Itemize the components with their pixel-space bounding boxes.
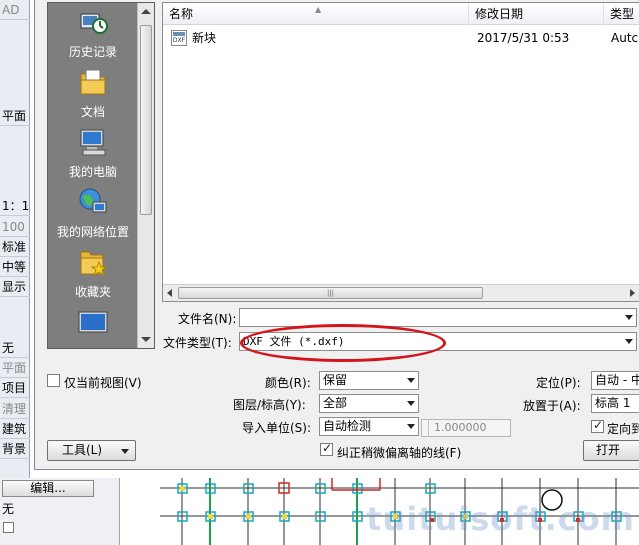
prop-row-scale-value[interactable]: 100 [0,217,30,237]
prop-row-project[interactable]: 项目 [0,378,30,398]
properties-panel: AD 平面 1：1 100 标准 中等 显示 无 平面 项目 清理 建筑 背景 [0,0,30,545]
place-label: 历史记录 [68,45,117,59]
desktop-icon [78,311,108,333]
layers-value: 全部 [323,396,348,410]
dxf-file-icon: DXF [171,30,187,46]
favorites-folder-icon [80,251,108,277]
color-label: 颜色(R): [265,376,311,390]
column-header-date[interactable]: 修改日期 [469,3,604,25]
file-row[interactable]: DXF 新块 2017/5/31 0:53 Autc [171,30,639,48]
correct-lines-label: 纠正稍微偏离轴的线(F) [337,446,462,460]
color-select[interactable]: 保留 [319,371,419,390]
current-view-only-checkbox[interactable] [47,374,60,387]
prop-row-scale[interactable]: 1：1 [0,196,30,216]
tools-button[interactable]: 工具(L) [47,440,136,461]
places-scroll-thumb[interactable] [140,25,152,215]
units-factor-value: 1.000000 [434,421,487,434]
watermark-text: tuituisoft.com [366,500,635,538]
scroll-up-icon[interactable] [141,9,151,14]
layers-label: 图层/标高(Y): [233,398,306,412]
highlight-ellipse [240,324,446,362]
chevron-down-icon[interactable] [407,424,415,429]
place-desktop[interactable] [48,303,138,363]
tools-button-label: 工具(L) [62,443,103,457]
edit-button[interactable]: 编辑... [2,480,94,497]
places-scrollbar[interactable] [137,3,154,348]
positioning-label: 定位(P): [536,376,581,390]
hscroll-thumb[interactable]: ||| [178,287,483,299]
places-bar: 历史记录 文档 我的电脑 我的网络位置 收藏夹 [47,2,155,349]
app-title-fragment: AD [0,0,30,20]
color-value: 保留 [323,373,348,387]
prop-row-none[interactable]: 无 [0,338,30,358]
open-button[interactable]: 打开 [583,440,639,461]
file-list-hscrollbar[interactable]: ||| [163,284,639,301]
import-units-value: 自动检测 [323,419,372,433]
place-at-select[interactable]: 标高 1 [591,394,639,413]
file-type: Autc [611,31,639,45]
place-label: 文档 [80,105,105,119]
prop-none-value: 无 [2,502,15,516]
units-factor-spinner[interactable] [421,419,429,437]
orient-checkbox[interactable] [591,418,604,433]
import-units-label: 导入单位(S): [242,421,312,435]
place-network[interactable]: 我的网络位置 [48,183,138,243]
scroll-left-icon[interactable] [167,289,172,297]
place-documents[interactable]: 文档 [48,63,138,123]
prop-row-plan[interactable]: 平面 [0,358,30,378]
correct-lines-checkbox[interactable] [320,441,333,456]
current-view-only-label: 仅当前视图(V) [64,376,142,390]
filetype-label: 文件类型(T): [163,336,232,350]
prop-checkbox[interactable] [3,522,14,533]
history-icon [80,13,108,34]
positioning-select[interactable]: 自动 - 中 [591,371,639,390]
place-at-label: 放置于(A): [523,399,581,413]
chevron-down-icon[interactable] [121,449,129,454]
file-name: 新块 [192,31,217,45]
network-places-icon [79,188,107,213]
chevron-down-icon[interactable] [625,339,633,344]
prop-row-background[interactable]: 背景 [0,439,30,459]
my-computer-icon [80,129,106,156]
place-favorites[interactable]: 收藏夹 [48,243,138,303]
place-label: 我的电脑 [68,165,117,179]
place-label: 我的网络位置 [56,225,129,239]
documents-folder-icon [80,69,106,95]
units-factor-input[interactable]: 1.000000 [421,419,511,437]
scroll-right-icon[interactable] [630,289,635,297]
place-my-computer[interactable]: 我的电脑 [48,123,138,183]
scroll-down-icon[interactable] [141,337,151,342]
layers-select[interactable]: 全部 [319,394,419,413]
file-date: 2017/5/31 0:53 [477,31,570,45]
prop-row-building[interactable]: 建筑 [0,419,30,439]
prop-row-detail-level[interactable]: 中等 [0,257,30,277]
filename-dropdown[interactable] [239,308,637,327]
drawing-canvas[interactable]: tuituisoft.com [120,478,639,545]
place-label: 收藏夹 [74,285,111,299]
place-history[interactable]: 历史记录 [48,3,138,63]
prop-row-detail[interactable]: 标准 [0,237,30,257]
import-cad-dialog: 历史记录 文档 我的电脑 我的网络位置 收藏夹 名称 ▲ 修改日期 类型 DXF… [34,0,639,470]
sort-ascending-icon: ▲ [315,5,322,14]
file-list-header: 名称 ▲ 修改日期 类型 [163,3,639,25]
chevron-down-icon[interactable] [407,401,415,406]
prop-row-cleanup[interactable]: 清理 [0,399,30,419]
prop-row-display[interactable]: 显示 [0,277,30,297]
filename-label: 文件名(N): [178,312,237,326]
column-header-type[interactable]: 类型 [604,3,639,25]
prop-row-view: 平面 [0,106,30,126]
orient-label: 定向到 [607,422,639,436]
chevron-down-icon[interactable] [407,378,415,383]
chevron-down-icon[interactable] [625,315,633,320]
file-list[interactable]: 名称 ▲ 修改日期 类型 DXF 新块 2017/5/31 0:53 Autc … [162,2,639,302]
import-units-select[interactable]: 自动检测 [319,417,419,436]
